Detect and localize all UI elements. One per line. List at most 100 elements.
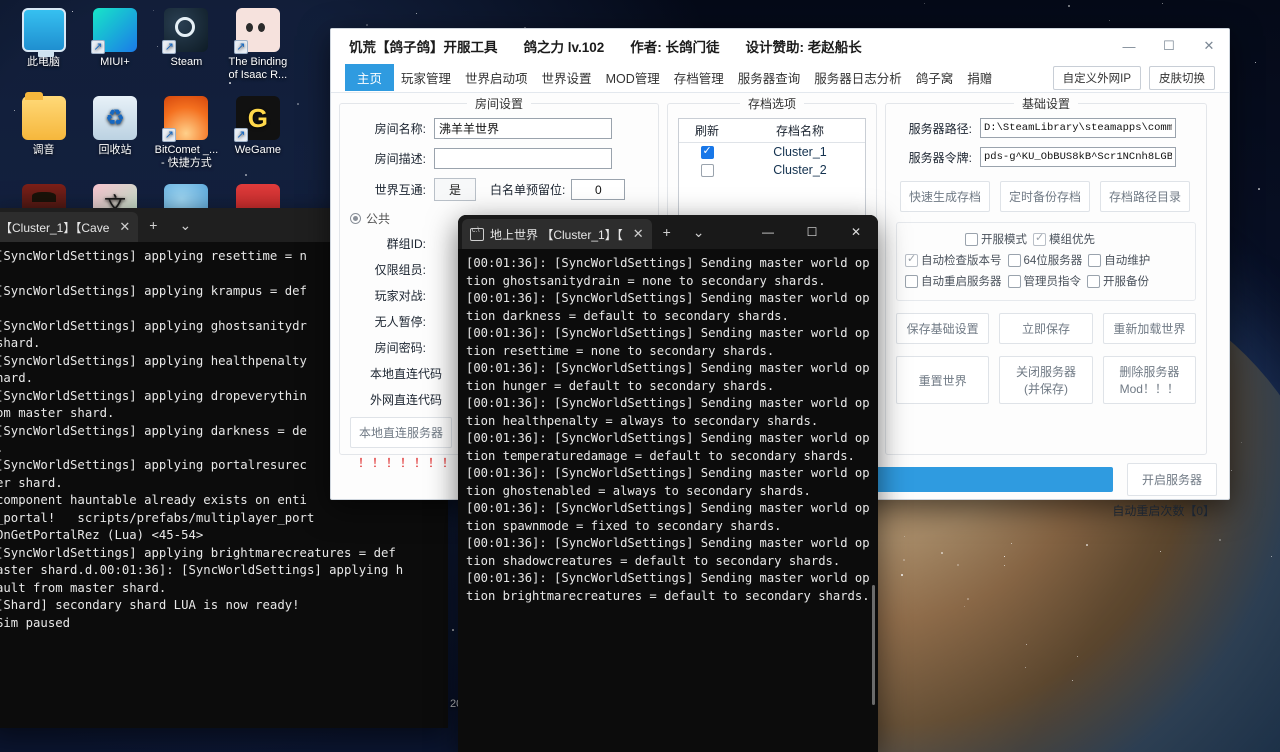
- checkbox-icon[interactable]: [1033, 233, 1046, 246]
- checkbox-label: 开服模式: [981, 231, 1027, 247]
- folder-icon[interactable]: [22, 96, 66, 140]
- tab-0[interactable]: 主页: [345, 64, 394, 91]
- miui-plus-icon[interactable]: ↗: [93, 8, 137, 52]
- tab-7[interactable]: 服务器日志分析: [807, 64, 909, 91]
- save-row-checkbox[interactable]: [701, 146, 714, 159]
- desktop-icon[interactable]: 回收站: [81, 96, 148, 157]
- desktop-icon[interactable]: ↗ WeGame: [224, 96, 291, 157]
- base-settings-legend: 基础设置: [1014, 95, 1078, 112]
- desktop-icon[interactable]: ↗ Steam: [153, 8, 220, 69]
- room-desc-input[interactable]: [434, 148, 612, 169]
- close-icon[interactable]: ✕: [834, 215, 878, 249]
- checkbox-label: 管理员指令: [1024, 273, 1082, 289]
- quick-button-2[interactable]: 存档路径目录: [1100, 181, 1190, 212]
- server-path-input[interactable]: [980, 118, 1176, 138]
- whitelist-input[interactable]: [571, 179, 625, 200]
- world-link-label: 世界互通:: [350, 181, 426, 198]
- checkbox-item[interactable]: 管理员指令: [1008, 273, 1082, 289]
- maximize-icon[interactable]: ☐: [1149, 29, 1189, 63]
- checkbox-item[interactable]: 开服备份: [1087, 273, 1149, 289]
- checkbox-icon[interactable]: [1088, 254, 1101, 267]
- checkbox-icon[interactable]: [1008, 254, 1021, 267]
- checkbox-item[interactable]: 自动检查版本号: [905, 252, 1002, 268]
- checkbox-icon[interactable]: [905, 275, 918, 288]
- tab-8[interactable]: 鸽子窝: [909, 64, 961, 91]
- tab-action-1[interactable]: 皮肤切换: [1149, 66, 1215, 90]
- close-icon[interactable]: ✕: [115, 219, 130, 235]
- quick-button-0[interactable]: 快速生成存档: [900, 181, 990, 212]
- close-icon[interactable]: ✕: [1189, 29, 1229, 63]
- foreground-terminal-window[interactable]: 地上世界 【Cluster_1】【 ✕ + ⌄ — ☐ ✕ [00:01:36]…: [458, 215, 878, 752]
- checkbox-icon[interactable]: [1087, 275, 1100, 288]
- save-row-checkbox[interactable]: [701, 164, 714, 177]
- save-row[interactable]: Cluster_2: [679, 161, 865, 179]
- checkbox-item[interactable]: 64位服务器: [1008, 252, 1083, 268]
- binding-of-isaac-icon[interactable]: ↗: [236, 8, 280, 52]
- action-r2-0[interactable]: 重置世界: [896, 356, 989, 404]
- radio-icon[interactable]: [350, 213, 361, 224]
- action-r1-2[interactable]: 重新加载世界: [1103, 313, 1196, 344]
- desktop-icon[interactable]: ↗ MIUI+: [81, 8, 148, 69]
- close-icon[interactable]: ✕: [629, 226, 644, 242]
- desktop-icon[interactable]: 调音: [10, 96, 77, 157]
- action-r1-0[interactable]: 保存基础设置: [896, 313, 989, 344]
- desktop-icon[interactable]: ↗ The Binding of Isaac R...: [224, 8, 291, 82]
- start-server-button[interactable]: 开启服务器: [1127, 463, 1217, 496]
- action-r2-1[interactable]: 关闭服务器 (并保存): [999, 356, 1092, 404]
- tab-3[interactable]: 世界设置: [535, 64, 599, 91]
- checkbox-item[interactable]: 模组优先: [1033, 231, 1095, 247]
- bitcomet-icon[interactable]: ↗: [164, 96, 208, 140]
- desktop-icon-label: Steam: [153, 56, 220, 69]
- checkbox-icon[interactable]: [965, 233, 978, 246]
- scrollbar-thumb[interactable]: [872, 585, 875, 705]
- server-token-input[interactable]: [980, 147, 1176, 167]
- recycle-bin-icon[interactable]: [93, 96, 137, 140]
- tab-4[interactable]: MOD管理: [599, 64, 667, 91]
- action-r1-1[interactable]: 立即保存: [999, 313, 1092, 344]
- tab-action-0[interactable]: 自定义外网IP: [1053, 66, 1141, 90]
- chevron-down-icon[interactable]: ⌄: [168, 208, 202, 242]
- terminal-tabstrip: 地上世界 【Cluster_1】【 ✕ + ⌄ — ☐ ✕: [458, 215, 878, 249]
- room-name-input[interactable]: [434, 118, 612, 139]
- world-link-toggle-button[interactable]: 是: [434, 178, 476, 201]
- checkbox-item[interactable]: 自动维护: [1088, 252, 1150, 268]
- save-options-legend: 存档选项: [740, 95, 804, 112]
- desktop-icon-label: WeGame: [224, 144, 291, 157]
- action-buttons-row-1: 保存基础设置 立即保存 重新加载世界: [896, 313, 1196, 344]
- terminal-tab[interactable]: 地上世界 【Cluster_1】【 ✕: [462, 219, 652, 249]
- server-path-row: 服务器路径:: [896, 118, 1196, 138]
- tab-6[interactable]: 服务器查询: [731, 64, 808, 91]
- checkbox-item[interactable]: 开服模式: [965, 231, 1027, 247]
- this-pc-icon[interactable]: [22, 8, 66, 52]
- checkbox-icon[interactable]: [1008, 275, 1021, 288]
- terminal-tab[interactable]: 【Cluster_1】【Cave ✕: [0, 212, 138, 242]
- desktop-icon[interactable]: 此电脑: [10, 8, 77, 69]
- shortcut-arrow-icon: ↗: [162, 128, 176, 142]
- desktop-icon[interactable]: ↗ BitComet _... - 快捷方式: [153, 96, 220, 170]
- save-row-name: Cluster_2: [735, 163, 865, 177]
- chevron-down-icon[interactable]: ⌄: [682, 215, 716, 249]
- checkbox-icon[interactable]: [905, 254, 918, 267]
- action-r2-2[interactable]: 删除服务器 Mod！！！: [1103, 356, 1196, 404]
- steam-icon[interactable]: ↗: [164, 8, 208, 52]
- terminal-tab-label: 地上世界 【Cluster_1】【: [490, 226, 623, 243]
- password-label: 房间密码:: [350, 339, 426, 356]
- wegame-icon[interactable]: ↗: [236, 96, 280, 140]
- terminal-tab-label: 【Cluster_1】【Cave: [0, 219, 109, 236]
- minimize-icon[interactable]: —: [746, 215, 790, 249]
- new-tab-icon[interactable]: +: [138, 208, 168, 242]
- tab-5[interactable]: 存档管理: [667, 64, 731, 91]
- action-buttons-row-2: 重置世界 关闭服务器 (并保存) 删除服务器 Mod！！！: [896, 356, 1196, 404]
- world-link-row: 世界互通: 是 白名单预留位:: [350, 178, 648, 201]
- tab-9[interactable]: 捐赠: [960, 64, 999, 91]
- tab-1[interactable]: 玩家管理: [394, 64, 458, 91]
- tab-2[interactable]: 世界启动项: [458, 64, 535, 91]
- quick-button-1[interactable]: 定时备份存档: [1000, 181, 1090, 212]
- save-row[interactable]: Cluster_1: [679, 143, 865, 161]
- checkbox-label: 自动检查版本号: [921, 252, 1002, 268]
- new-tab-icon[interactable]: +: [652, 215, 682, 249]
- maximize-icon[interactable]: ☐: [790, 215, 834, 249]
- minimize-icon[interactable]: —: [1109, 29, 1149, 63]
- checkbox-item[interactable]: 自动重启服务器: [905, 273, 1002, 289]
- local-connect-server-button[interactable]: 本地直连服务器: [350, 417, 452, 448]
